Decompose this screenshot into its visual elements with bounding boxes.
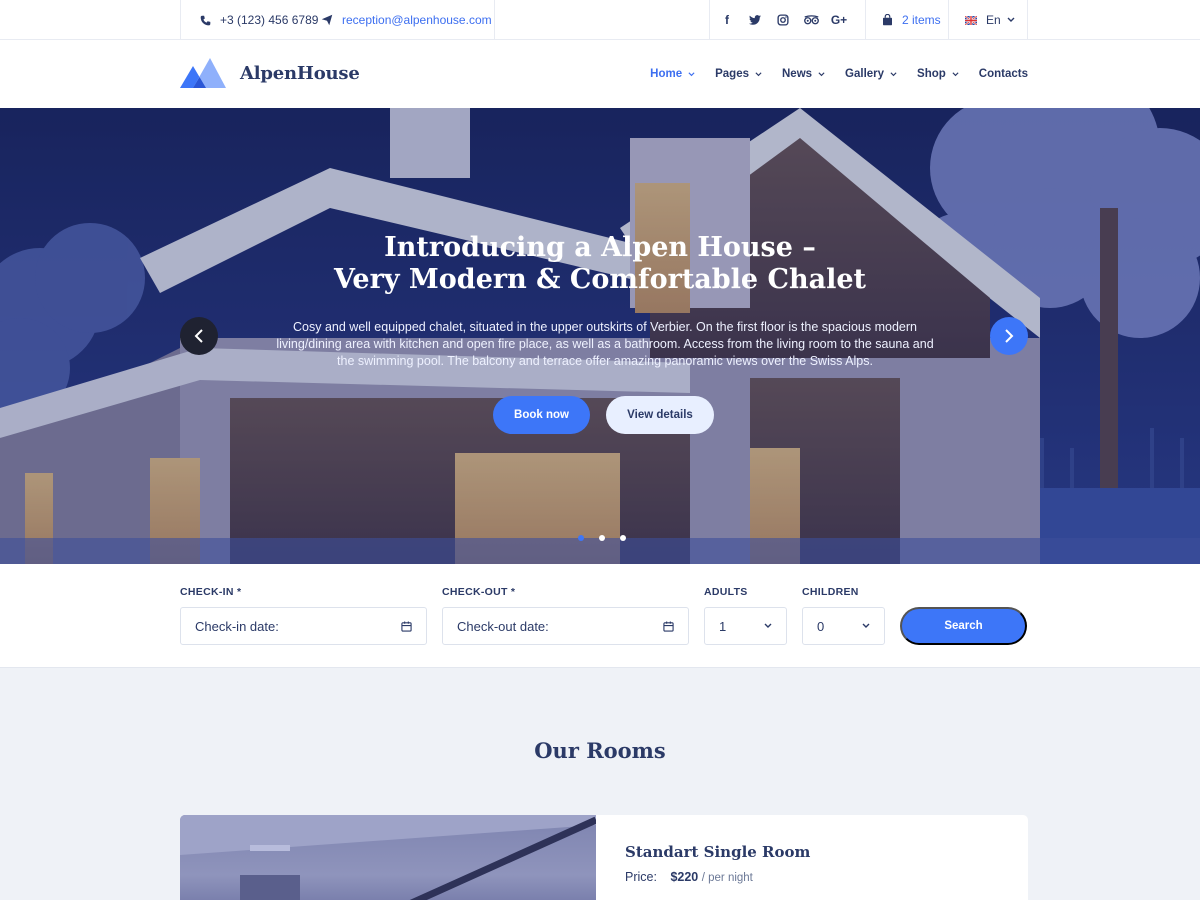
slider-dots [578, 535, 626, 541]
mountain-logo-icon [180, 58, 226, 88]
hero-title: Introducing a Alpen House – Very Modern … [200, 232, 1000, 296]
email-link[interactable]: reception@alpenhouse.com [342, 13, 492, 27]
room-card[interactable]: Standart Single Room Price: $220 / per n… [180, 815, 1028, 900]
nav-label: News [782, 68, 813, 80]
facebook-icon[interactable]: f [713, 0, 741, 40]
checkout-field[interactable]: Check-out date: [442, 607, 689, 645]
nav-label: Home [650, 68, 683, 80]
paper-plane-icon [320, 13, 334, 27]
slider-dot[interactable] [620, 535, 626, 541]
chevron-down-icon [755, 71, 762, 76]
phone-icon [198, 13, 212, 27]
social-links: f G+ [713, 0, 853, 40]
shopping-bag-icon [880, 13, 894, 27]
chevron-down-icon [862, 623, 870, 628]
logo[interactable]: AlpenHouse [180, 58, 360, 88]
logo-text: AlpenHouse [240, 62, 360, 84]
nav-item-home[interactable]: Home [650, 68, 695, 80]
booking-form: CHECK-IN * Check-in date: CHECK-OUT * Ch… [0, 564, 1200, 668]
book-now-button[interactable]: Book now [493, 396, 590, 434]
chevron-down-icon [688, 71, 695, 76]
room-image[interactable] [180, 815, 598, 900]
nav-item-contacts[interactable]: Contacts [979, 68, 1028, 80]
phone-contact[interactable]: +3 (123) 456 6789 [198, 0, 318, 40]
children-label: CHILDREN [802, 586, 859, 598]
hero-description: Cosy and well equipped chalet, situated … [276, 320, 934, 368]
checkin-placeholder: Check-in date: [195, 618, 279, 634]
nav-label: Contacts [978, 68, 1028, 80]
slider-next-button[interactable] [990, 317, 1028, 355]
chevron-down-icon [818, 71, 825, 76]
price-period: / per night [701, 872, 753, 884]
calendar-icon [663, 620, 674, 632]
phone-number: +3 (123) 456 6789 [220, 13, 319, 27]
room-photo [180, 815, 598, 900]
instagram-icon[interactable] [769, 0, 797, 40]
chevron-down-icon [952, 71, 959, 76]
children-value: 0 [817, 618, 825, 634]
nav-label: Shop [917, 68, 946, 80]
google-plus-icon[interactable]: G+ [825, 0, 853, 40]
site-header: AlpenHouse Home Pages News Gallery Shop … [0, 40, 1200, 108]
rooms-section: Our Rooms Standart Single Room Price: $2… [0, 668, 1200, 900]
cart-count-link[interactable]: 2 items [902, 13, 941, 27]
language-label: En [986, 13, 1001, 27]
top-bar: +3 (123) 456 6789 reception@alpenhouse.c… [0, 0, 1200, 40]
slider-prev-button[interactable] [180, 317, 218, 355]
room-name[interactable]: Standart Single Room [625, 843, 810, 861]
children-select[interactable]: 0 [802, 607, 885, 645]
checkin-label: CHECK-IN * [180, 586, 242, 598]
nav-label: Gallery [845, 68, 885, 80]
main-nav: Home Pages News Gallery Shop Contacts [630, 40, 1028, 108]
twitter-icon[interactable] [741, 0, 769, 40]
slider-dot[interactable] [578, 535, 584, 541]
cart[interactable]: 2 items [880, 0, 941, 40]
chevron-down-icon [1007, 17, 1015, 23]
uk-flag-icon [964, 13, 978, 27]
nav-item-gallery[interactable]: Gallery [845, 68, 897, 80]
nav-item-shop[interactable]: Shop [917, 68, 959, 80]
section-title: Our Rooms [534, 738, 666, 763]
hero-title-line-2: Very Modern & Comfortable Chalet [333, 264, 867, 295]
slider-dot[interactable] [599, 535, 605, 541]
nav-item-pages[interactable]: Pages [715, 68, 762, 80]
price-value: $220 [670, 870, 699, 884]
price-label: Price: [625, 870, 657, 884]
hero-slider: Introducing a Alpen House – Very Modern … [0, 108, 1200, 564]
nav-label: Pages [715, 68, 749, 80]
adults-value: 1 [719, 618, 727, 634]
chevron-down-icon [764, 623, 772, 628]
room-price: Price: $220 / per night [625, 870, 753, 884]
language-switcher[interactable]: En [964, 0, 1015, 40]
nav-item-news[interactable]: News [782, 68, 825, 80]
checkout-placeholder: Check-out date: [457, 618, 549, 634]
view-details-button[interactable]: View details [606, 396, 714, 434]
adults-label: ADULTS [704, 586, 748, 598]
chevron-right-icon [1005, 329, 1014, 343]
email-contact[interactable]: reception@alpenhouse.com [320, 0, 492, 40]
checkout-label: CHECK-OUT * [442, 586, 516, 598]
search-button[interactable]: Search [900, 607, 1027, 645]
chevron-down-icon [890, 71, 897, 76]
tripadvisor-icon[interactable] [797, 0, 825, 40]
checkin-field[interactable]: Check-in date: [180, 607, 427, 645]
adults-select[interactable]: 1 [704, 607, 787, 645]
calendar-icon [401, 620, 412, 632]
hero-title-line-1: Introducing a Alpen House – [384, 232, 816, 263]
chevron-left-icon [194, 329, 203, 343]
